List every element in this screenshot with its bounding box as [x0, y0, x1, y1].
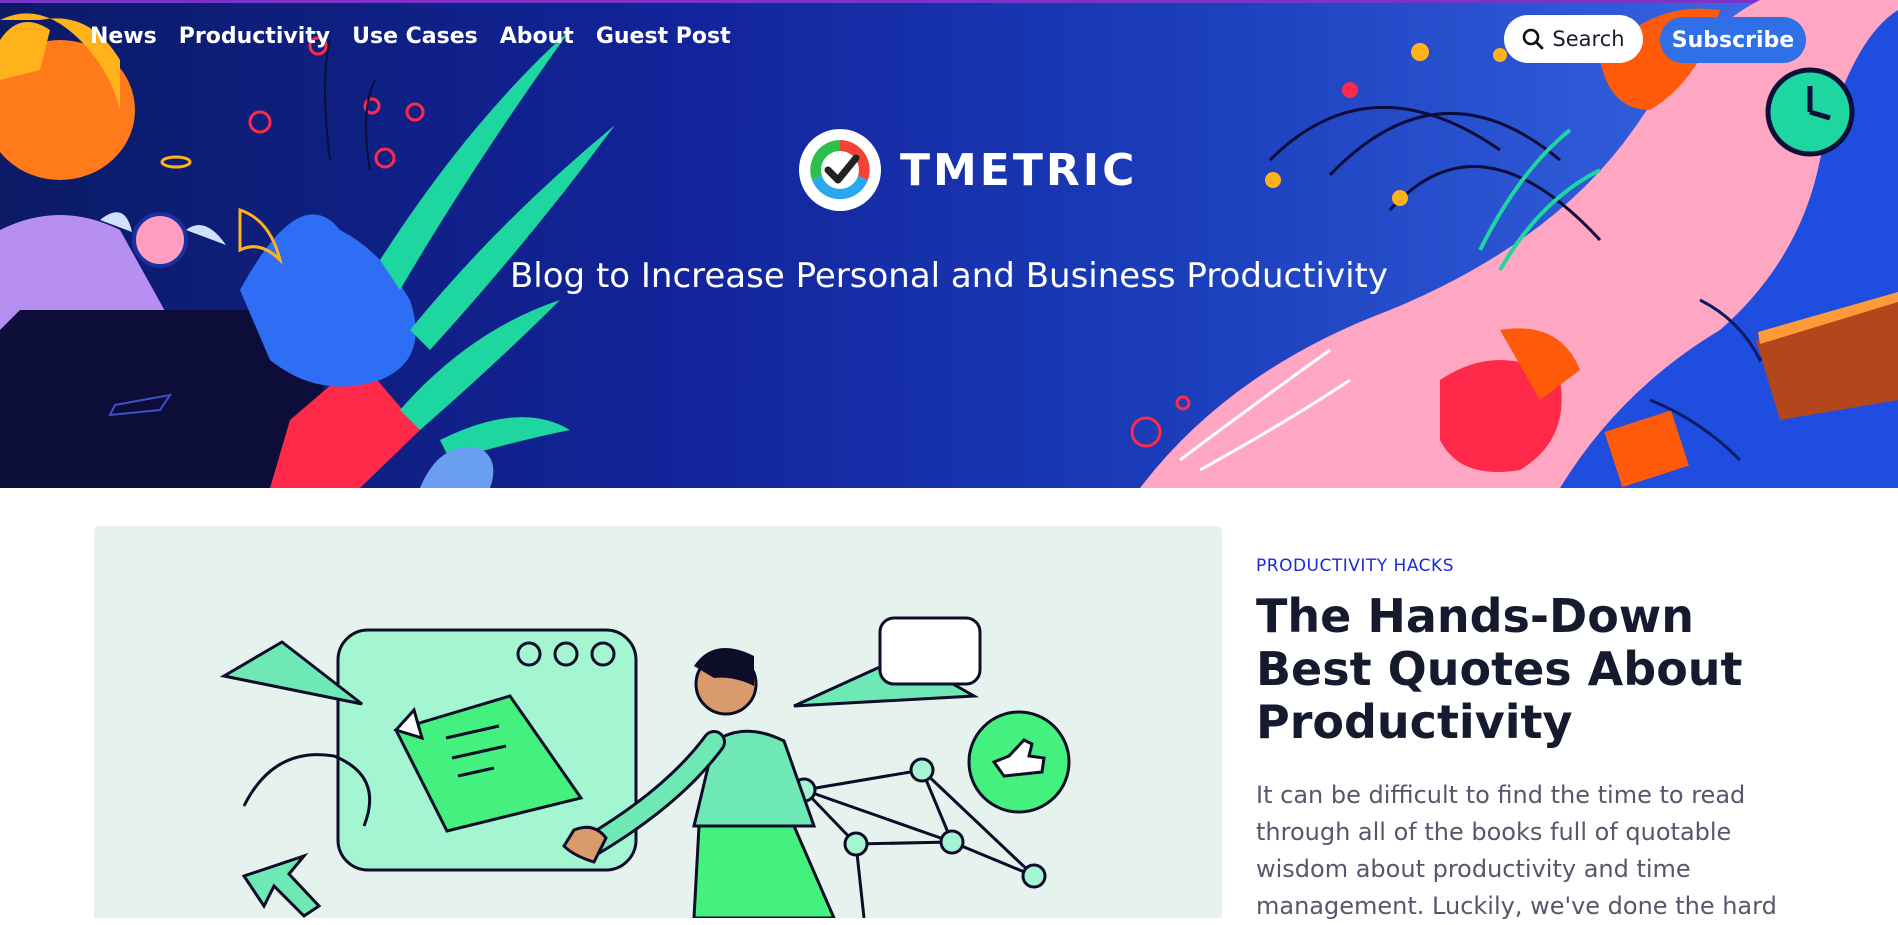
featured-post-summary: PRODUCTIVITY HACKS The Hands-Down Best Q…: [1256, 556, 1856, 925]
post-category[interactable]: PRODUCTIVITY HACKS: [1256, 556, 1856, 576]
featured-post-image[interactable]: [94, 526, 1222, 918]
subscribe-button[interactable]: Subscribe: [1660, 17, 1806, 63]
tmetric-logo-icon: [799, 129, 881, 211]
nav-item-use-cases[interactable]: Use Cases: [352, 24, 478, 49]
logo-text: TMETRIC: [900, 144, 1138, 196]
search-button[interactable]: Search: [1504, 15, 1643, 63]
post-excerpt: It can be difficult to find the time to …: [1256, 781, 1777, 920]
nav-item-guest-post[interactable]: Guest Post: [596, 24, 731, 49]
main-nav: News Productivity Use Cases About Guest …: [90, 24, 753, 49]
search-icon: [1523, 28, 1544, 50]
featured-illustration: [219, 616, 1071, 918]
search-button-label: Search: [1552, 27, 1625, 51]
nav-item-news[interactable]: News: [90, 24, 157, 49]
site-logo[interactable]: TMETRIC: [798, 128, 1137, 212]
hero-banner: News Productivity Use Cases About Guest …: [0, 0, 1898, 488]
nav-item-about[interactable]: About: [500, 24, 574, 49]
post-title[interactable]: The Hands-Down Best Quotes About Product…: [1256, 590, 1816, 749]
site-tagline: Blog to Increase Personal and Business P…: [509, 256, 1388, 296]
nav-item-productivity[interactable]: Productivity: [179, 24, 330, 49]
hero-illustration: [0, 0, 1898, 488]
